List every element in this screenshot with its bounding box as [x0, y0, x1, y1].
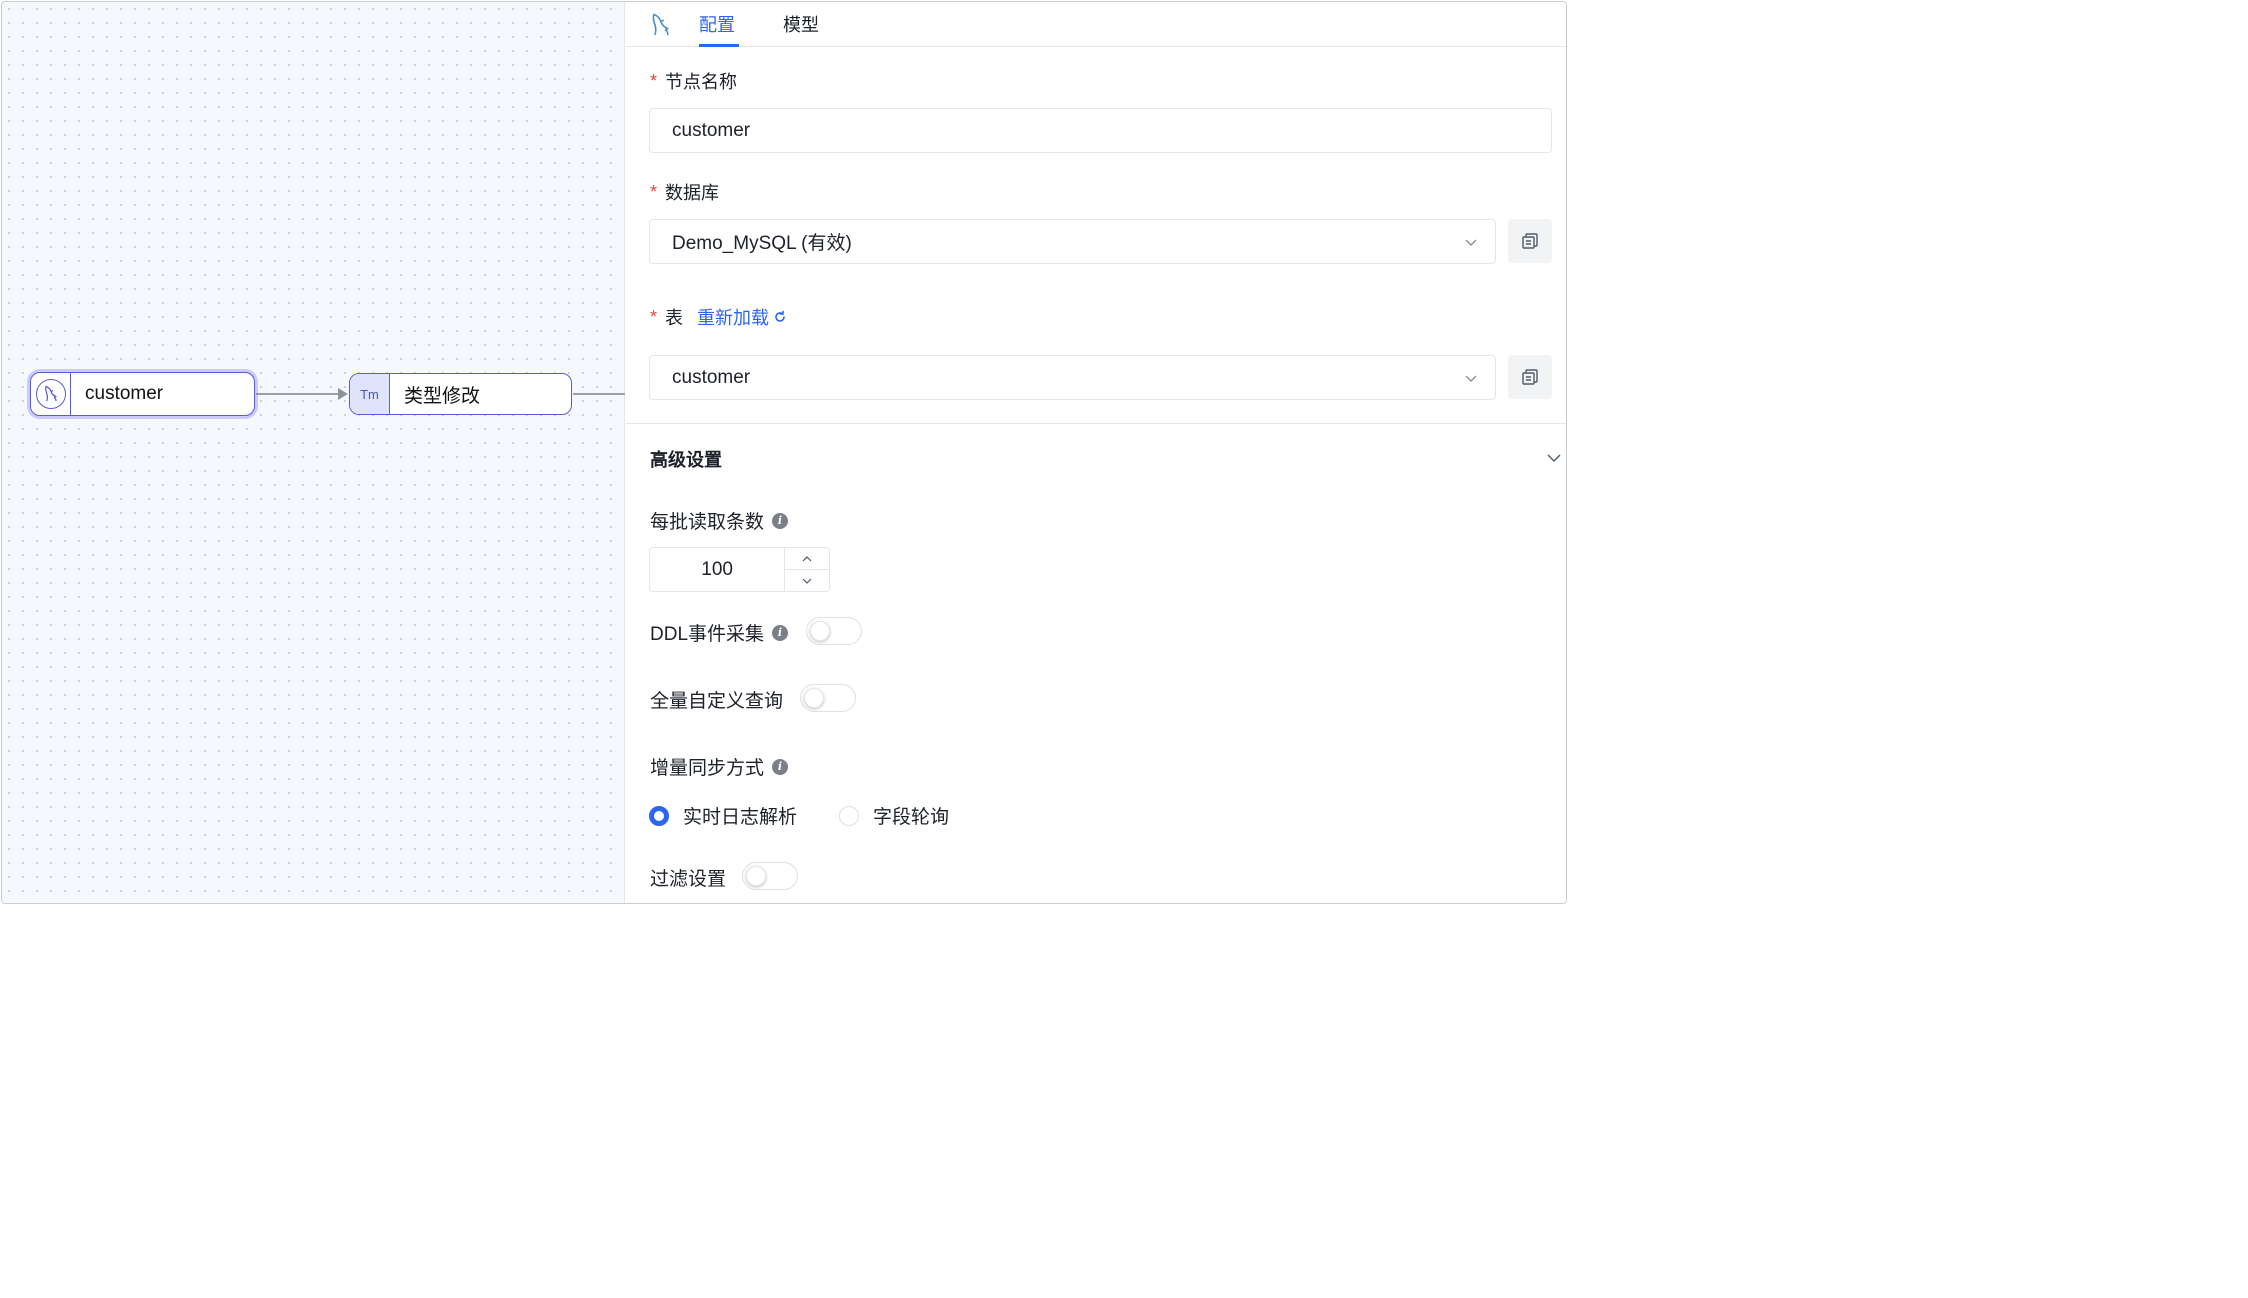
- config-panel: 配置 模型 * 节点名称 customer * 数据库 Demo_MySQL (…: [626, 2, 1566, 903]
- source-node-customer[interactable]: customer: [30, 372, 255, 416]
- radio-label: 实时日志解析: [683, 807, 798, 828]
- label-text: DDL事件采集: [650, 624, 765, 645]
- label-text: 每批读取条数: [650, 512, 765, 533]
- required-mark: *: [650, 70, 658, 91]
- info-icon[interactable]: i: [772, 624, 789, 641]
- decrement-button[interactable]: [785, 570, 829, 591]
- label-text: 数据库: [665, 183, 720, 203]
- reload-label: 重新加载: [697, 308, 770, 328]
- copy-table-button[interactable]: [1508, 355, 1552, 399]
- database-label: * 数据库: [650, 179, 719, 205]
- batch-read-stepper[interactable]: 100: [649, 547, 830, 592]
- full-custom-query-label: 全量自定义查询: [650, 691, 784, 712]
- chevron-down-icon[interactable]: [1546, 450, 1562, 466]
- panel-tabs: 配置 模型: [626, 2, 1566, 47]
- radio-label: 字段轮询: [873, 807, 950, 828]
- increment-button[interactable]: [785, 548, 829, 570]
- database-select-value: Demo_MySQL (有效): [672, 233, 852, 254]
- ddl-collect-label: DDL事件采集 i: [650, 619, 789, 646]
- refresh-icon: [775, 310, 785, 322]
- edge-connector: [573, 393, 625, 395]
- reload-table-link[interactable]: 重新加载: [697, 304, 787, 330]
- tm-icon: Tm: [350, 374, 390, 414]
- full-custom-query-toggle[interactable]: [800, 684, 856, 712]
- chevron-down-icon: [802, 578, 812, 584]
- ddl-collect-toggle[interactable]: [806, 617, 862, 645]
- filter-settings-label: 过滤设置: [650, 869, 727, 890]
- info-icon[interactable]: i: [772, 758, 789, 775]
- table-select-value: customer: [672, 366, 751, 388]
- mysql-dolphin-icon: [648, 11, 676, 44]
- table-label: * 表 重新加载: [650, 304, 787, 330]
- processor-node-type-modify[interactable]: Tm 类型修改: [349, 373, 572, 415]
- info-icon[interactable]: i: [772, 512, 789, 529]
- database-select[interactable]: Demo_MySQL (有效): [649, 219, 1496, 264]
- node-name-input[interactable]: customer: [649, 108, 1552, 153]
- required-mark: *: [650, 181, 658, 202]
- chevron-up-icon: [802, 555, 812, 561]
- filter-settings-toggle[interactable]: [742, 862, 798, 890]
- label-text: 表: [665, 308, 684, 328]
- node-label: 类型修改: [404, 385, 481, 407]
- mysql-icon: [31, 373, 71, 415]
- app-window: customer Tm 类型修改 配置 模型 * 节点名称 customer *…: [1, 1, 1567, 904]
- incremental-sync-radio-group: 实时日志解析 字段轮询: [649, 802, 949, 829]
- tab-config[interactable]: 配置: [699, 11, 735, 37]
- section-divider: [626, 423, 1566, 424]
- dag-canvas[interactable]: customer Tm 类型修改: [2, 2, 625, 903]
- edge-arrow-icon: [338, 388, 348, 400]
- table-select[interactable]: customer: [649, 355, 1496, 400]
- label-text: 增量同步方式: [650, 758, 765, 779]
- chevron-down-icon: [1465, 239, 1477, 246]
- copy-icon: [1522, 369, 1538, 385]
- batch-read-value[interactable]: 100: [650, 548, 784, 591]
- copy-database-button[interactable]: [1508, 219, 1552, 263]
- active-tab-indicator: [699, 44, 739, 47]
- tab-model[interactable]: 模型: [783, 11, 819, 37]
- node-label: customer: [85, 383, 164, 404]
- edge-connector: [256, 393, 340, 395]
- required-mark: *: [650, 306, 658, 327]
- node-name-label: * 节点名称: [650, 68, 737, 94]
- batch-read-label: 每批读取条数 i: [650, 507, 789, 534]
- radio-field-polling[interactable]: 字段轮询: [839, 802, 949, 829]
- radio-realtime-log[interactable]: 实时日志解析: [649, 802, 797, 829]
- advanced-settings-title[interactable]: 高级设置: [650, 446, 722, 472]
- copy-icon: [1522, 233, 1538, 249]
- chevron-down-icon: [1465, 375, 1477, 382]
- incremental-sync-label: 增量同步方式 i: [650, 753, 789, 780]
- label-text: 节点名称: [665, 72, 738, 92]
